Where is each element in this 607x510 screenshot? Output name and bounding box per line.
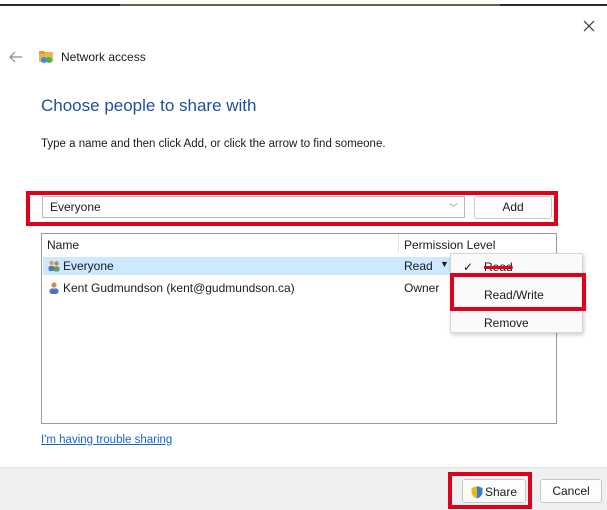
list-row-permission[interactable]: Read	[404, 259, 433, 273]
list-row-name: Everyone	[63, 259, 114, 273]
highlight-box-share	[448, 472, 532, 509]
close-icon	[583, 20, 595, 32]
close-button[interactable]	[581, 18, 597, 34]
checkmark-icon: ✓	[463, 260, 474, 274]
column-header-permission[interactable]: Permission Level	[404, 238, 495, 252]
window-top-edge	[0, 0, 607, 8]
wizard-title: Network access	[61, 50, 146, 64]
column-header-name[interactable]: Name	[47, 238, 79, 252]
instructions-text: Type a name and then click Add, or click…	[41, 138, 386, 150]
permission-dropdown-arrow-icon[interactable]: ▼	[440, 259, 449, 269]
list-row-name: Kent Gudmundson (kent@gudmundson.ca)	[63, 281, 295, 295]
user-icon	[47, 281, 61, 295]
list-row-permission: Owner	[404, 281, 440, 295]
menu-item-remove[interactable]: Remove	[484, 316, 529, 330]
cancel-button[interactable]: Cancel	[540, 479, 602, 503]
highlight-box-input	[26, 191, 558, 226]
network-folder-icon	[38, 48, 56, 66]
trouble-sharing-link[interactable]: I'm having trouble sharing	[41, 434, 172, 446]
highlight-box-read-write	[450, 273, 586, 311]
back-button[interactable]	[8, 50, 24, 64]
menu-item-read[interactable]: Read	[484, 260, 513, 274]
group-icon	[47, 259, 61, 273]
column-divider	[398, 234, 399, 252]
page-heading: Choose people to share with	[41, 96, 257, 115]
back-arrow-icon	[9, 51, 22, 63]
